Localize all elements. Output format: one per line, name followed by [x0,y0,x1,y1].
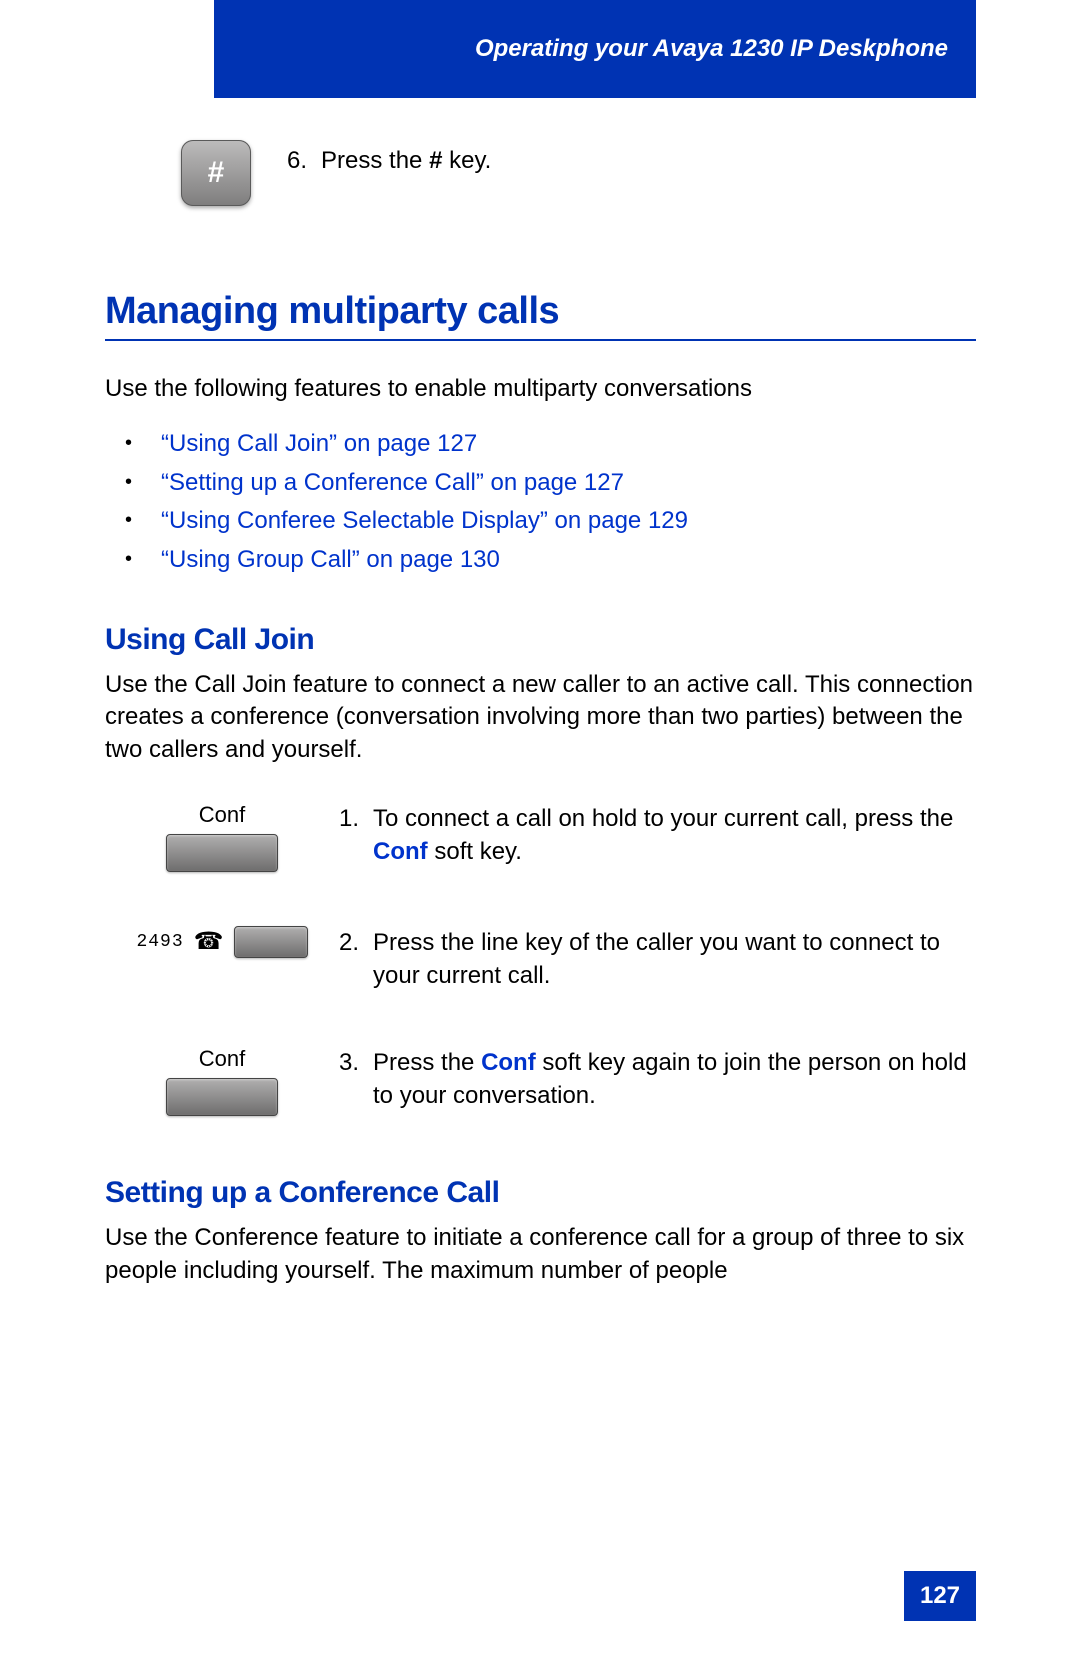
step-3-bold: Conf [481,1049,536,1076]
line-key-icon: 2493 ☎ [105,926,339,958]
step-3-pre: Press the [373,1049,481,1076]
step-2-body: Press the line key of the caller you wan… [373,926,976,992]
step-6-number: 6. [287,144,307,178]
call-join-steps: Conf 1. To connect a call on hold to you… [105,802,976,1116]
step-2-text: 2. Press the line key of the caller you … [339,926,976,992]
line-button-icon [234,926,308,958]
softkey-button-icon [166,834,278,872]
subheading-conference: Setting up a Conference Call [105,1176,976,1210]
document-page: Operating your Avaya 1230 IP Deskphone #… [0,0,1080,1669]
step-3-body: Press the Conf soft key again to join th… [373,1046,976,1112]
step-row-1: Conf 1. To connect a call on hold to you… [105,802,976,872]
step-1-text: 1. To connect a call on hold to your cur… [339,802,976,868]
step-6-body: Press the # key. [321,144,491,178]
hash-glyph: # [208,156,225,190]
step-2-icon-col: 2493 ☎ [105,926,339,958]
line-extension: 2493 [136,932,183,952]
conf-softkey-label: Conf [105,802,339,828]
step-2-number: 2. [339,926,359,992]
step-1-body: To connect a call on hold to your curren… [373,802,976,868]
conf-softkey-label: Conf [105,1046,339,1072]
step-6-bold: # [429,147,442,174]
hash-key-icon: # [181,140,251,206]
main-heading: Managing multiparty calls [105,290,976,333]
page-number-value: 127 [920,1582,960,1610]
content-area: # 6. Press the # key. Managing multipart… [105,140,976,1307]
intro-paragraph: Use the following features to enable mul… [105,373,976,405]
header-title: Operating your Avaya 1230 IP Deskphone [475,35,948,63]
step-1-bold: Conf [373,838,428,865]
step-6-pre: Press the [321,147,429,174]
step-3-number: 3. [339,1046,359,1112]
xref-link[interactable]: “Setting up a Conference Call” on page 1… [115,464,976,502]
subheading-call-join: Using Call Join [105,623,976,657]
page-number: 127 [904,1571,976,1621]
step-3-icon-col: Conf [105,1046,339,1116]
step-1-pre: To connect a call on hold to your curren… [373,805,953,832]
header-bar: Operating your Avaya 1230 IP Deskphone [214,0,976,98]
call-join-body: Use the Call Join feature to connect a n… [105,669,976,766]
step-3-text: 3. Press the Conf soft key again to join… [339,1046,976,1112]
step-6-row: # 6. Press the # key. [181,140,976,206]
xref-link[interactable]: “Using Group Call” on page 130 [115,541,976,579]
step-1-number: 1. [339,802,359,868]
step-row-3: Conf 3. Press the Conf soft key again to… [105,1046,976,1116]
xref-link[interactable]: “Using Conferee Selectable Display” on p… [115,502,976,540]
step-6-post: key. [442,147,491,174]
softkey-button-icon [166,1078,278,1116]
heading-rule [105,339,976,341]
conference-body: Use the Conference feature to initiate a… [105,1222,976,1287]
step-1-icon-col: Conf [105,802,339,872]
step-6-text: 6. Press the # key. [287,144,491,178]
phone-icon: ☎ [194,930,224,954]
xref-list: “Using Call Join” on page 127 “Setting u… [115,425,976,579]
step-row-2: 2493 ☎ 2. Press the line key of the call… [105,926,976,992]
step-1-post: soft key. [428,838,522,865]
xref-link[interactable]: “Using Call Join” on page 127 [115,425,976,463]
